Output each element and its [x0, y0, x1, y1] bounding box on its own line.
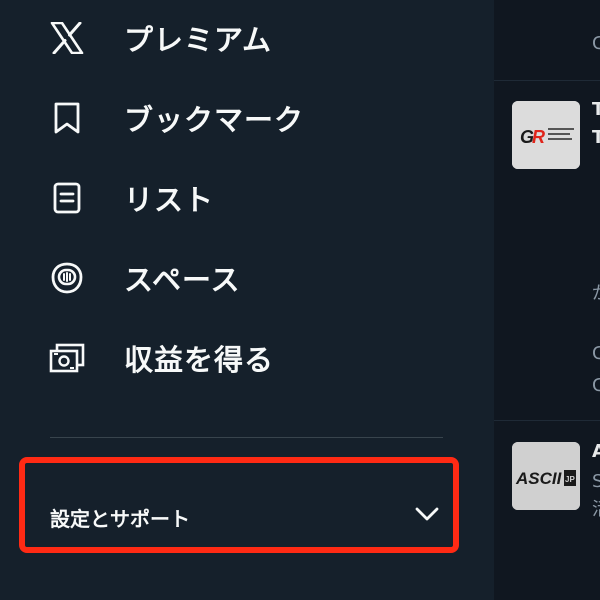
svg-text:ASCII: ASCII	[515, 469, 563, 488]
app-root: C G R T T が C C ASCII JP A	[0, 0, 600, 600]
ascii-logo-icon: ASCII JP	[512, 442, 580, 510]
menu-item-spaces[interactable]: スペース	[0, 246, 494, 310]
chevron-down-icon[interactable]	[414, 505, 440, 523]
timeline-divider	[494, 80, 600, 81]
timeline-post-line: 活	[592, 500, 600, 520]
svg-text:JP: JP	[565, 475, 575, 484]
menu-item-label: プレミアム	[124, 23, 272, 57]
spaces-microphone-icon	[48, 259, 86, 297]
timeline-fragment: C	[592, 375, 600, 396]
timeline-fragment: C	[592, 343, 600, 364]
timeline-fragment: C	[592, 33, 600, 54]
bookmark-icon	[48, 99, 86, 137]
timeline-post-line: A	[592, 441, 600, 462]
side-drawer: プレミアム ブックマーク リスト スペース 収益を得る 設定とサポート	[0, 0, 494, 600]
timeline-background: C G R T T が C C ASCII JP A	[494, 0, 600, 600]
menu-item-lists[interactable]: リスト	[0, 166, 494, 230]
menu-item-monetization[interactable]: 収益を得る	[0, 326, 494, 390]
settings-and-support-label: 設定とサポート	[50, 507, 190, 531]
menu-item-label: リスト	[124, 183, 215, 217]
x-logo-icon	[48, 19, 86, 57]
menu-item-label: スペース	[124, 263, 241, 297]
timeline-avatar-gazoo[interactable]: G R	[512, 101, 580, 169]
timeline-divider	[494, 420, 600, 421]
menu-item-bookmarks[interactable]: ブックマーク	[0, 86, 494, 150]
menu-item-premium[interactable]: プレミアム	[0, 6, 494, 70]
menu-divider	[50, 437, 443, 438]
menu-item-label: 収益を得る	[124, 343, 275, 377]
menu-item-label: ブックマーク	[124, 103, 305, 137]
svg-text:R: R	[532, 127, 545, 147]
timeline-post-line: S	[592, 471, 600, 492]
timeline-fragment: が	[592, 284, 600, 304]
timeline-avatar-ascii[interactable]: ASCII JP	[512, 442, 580, 510]
timeline-post-line: T	[592, 99, 600, 120]
list-icon	[48, 179, 86, 217]
gazoo-racing-logo-icon: G R	[512, 101, 580, 169]
monetization-icon	[48, 339, 86, 377]
timeline-post-line: T	[592, 127, 600, 148]
